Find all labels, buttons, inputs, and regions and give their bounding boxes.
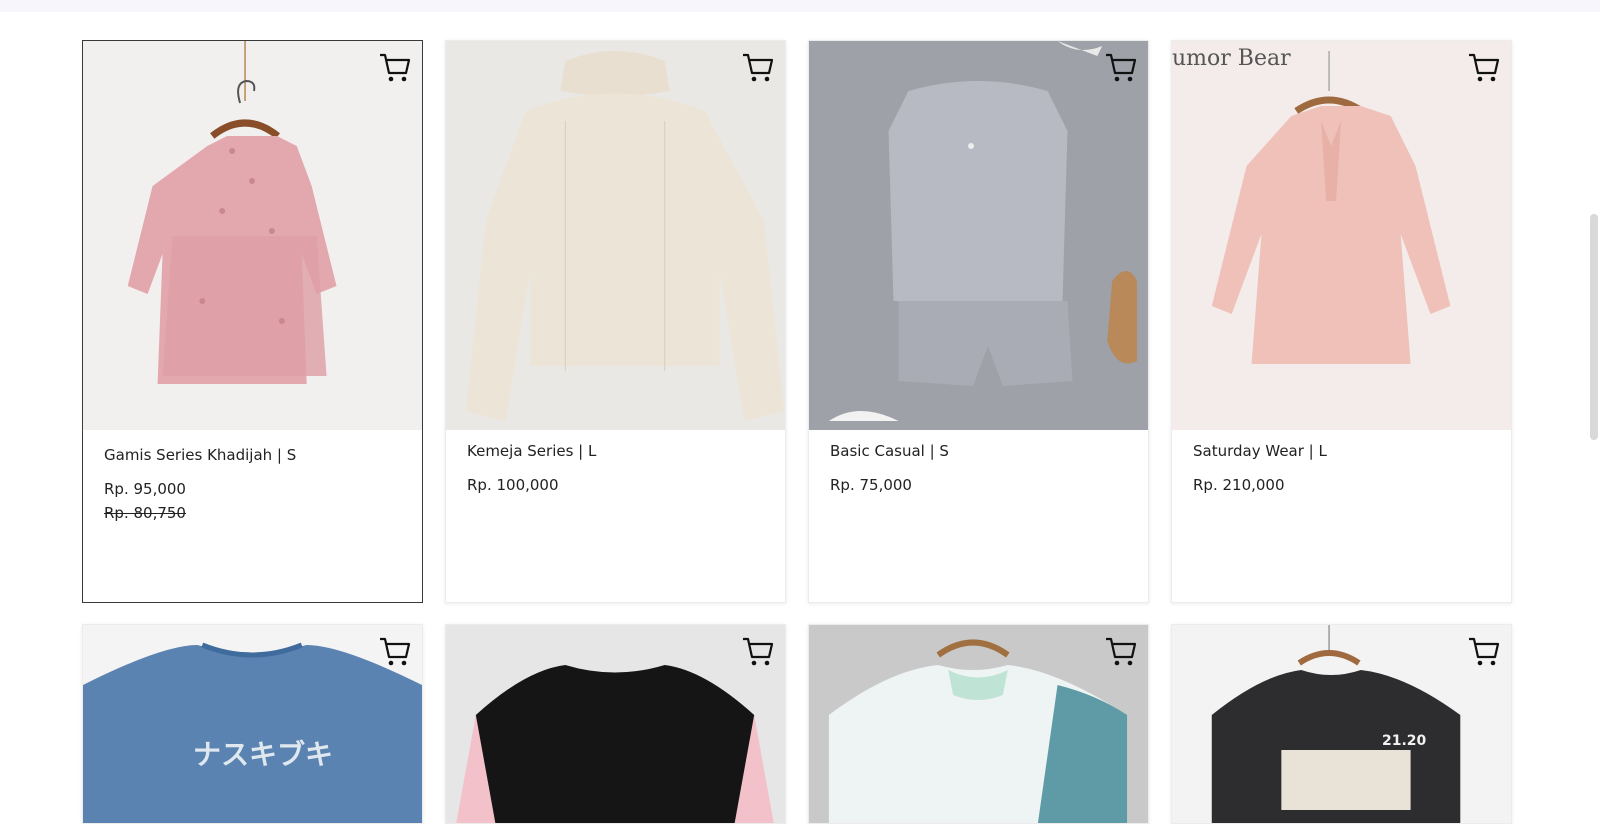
tshirt-photo <box>809 625 1148 823</box>
brand-watermark: umor Bear <box>1172 46 1291 71</box>
lace-dress-photo <box>1172 41 1511 430</box>
product-card[interactable] <box>445 624 786 824</box>
product-price: Rp. 95,000 <box>104 480 186 498</box>
product-name[interactable]: Gamis Series Khadijah | S <box>104 446 401 464</box>
blouse-photo <box>446 41 785 430</box>
product-image[interactable]: 21.20 <box>1172 625 1511 823</box>
dress-photo <box>83 41 422 430</box>
product-image[interactable]: umor Bear <box>1172 41 1511 430</box>
product-image[interactable] <box>809 41 1148 430</box>
product-info: Basic Casual | S Rp. 75,000 <box>809 430 1148 494</box>
product-price: Rp. 75,000 <box>830 476 912 494</box>
product-info: Kemeja Series | L Rp. 100,000 <box>446 430 785 494</box>
tshirt-print-text: ナスキブキ <box>193 738 334 771</box>
product-image[interactable]: ナスキブキ <box>83 625 422 823</box>
product-info: Gamis Series Khadijah | S Rp. 95,000 Rp.… <box>83 430 422 522</box>
cart-icon[interactable] <box>378 51 412 85</box>
scrollbar-thumb[interactable] <box>1590 214 1598 440</box>
cart-icon[interactable] <box>1104 51 1138 85</box>
product-image[interactable] <box>446 41 785 430</box>
product-image[interactable] <box>809 625 1148 823</box>
tshirt-photo <box>83 625 422 823</box>
cart-icon[interactable] <box>1467 51 1501 85</box>
product-card[interactable]: umor Bear Saturday Wear | L Rp. 210,000 <box>1171 40 1512 603</box>
product-card[interactable]: Kemeja Series | L Rp. 100,000 <box>445 40 786 603</box>
tshirt-photo <box>446 625 785 823</box>
cart-icon[interactable] <box>1467 635 1501 669</box>
outfit-photo <box>809 41 1148 430</box>
product-price: Rp. 100,000 <box>467 476 559 494</box>
product-name[interactable]: Saturday Wear | L <box>1193 442 1490 460</box>
product-price: Rp. 210,000 <box>1193 476 1285 494</box>
product-card[interactable]: 21.20 <box>1171 624 1512 824</box>
cart-icon[interactable] <box>741 51 775 85</box>
product-image[interactable] <box>83 41 422 430</box>
product-card[interactable]: Basic Casual | S Rp. 75,000 <box>808 40 1149 603</box>
product-image[interactable] <box>446 625 785 823</box>
product-card[interactable] <box>808 624 1149 824</box>
product-original-price: Rp. 80,750 <box>104 504 186 522</box>
product-card[interactable]: ナスキブキ <box>82 624 423 824</box>
product-name[interactable]: Kemeja Series | L <box>467 442 764 460</box>
cart-icon[interactable] <box>741 635 775 669</box>
cart-icon[interactable] <box>1104 635 1138 669</box>
tshirt-photo <box>1172 625 1511 823</box>
product-name[interactable]: Basic Casual | S <box>830 442 1127 460</box>
tshirt-print-text: 21.20 <box>1382 733 1427 749</box>
product-card[interactable]: Gamis Series Khadijah | S Rp. 95,000 Rp.… <box>82 40 423 603</box>
cart-icon[interactable] <box>378 635 412 669</box>
product-info: Saturday Wear | L Rp. 210,000 <box>1172 430 1511 494</box>
top-bar <box>0 0 1600 12</box>
